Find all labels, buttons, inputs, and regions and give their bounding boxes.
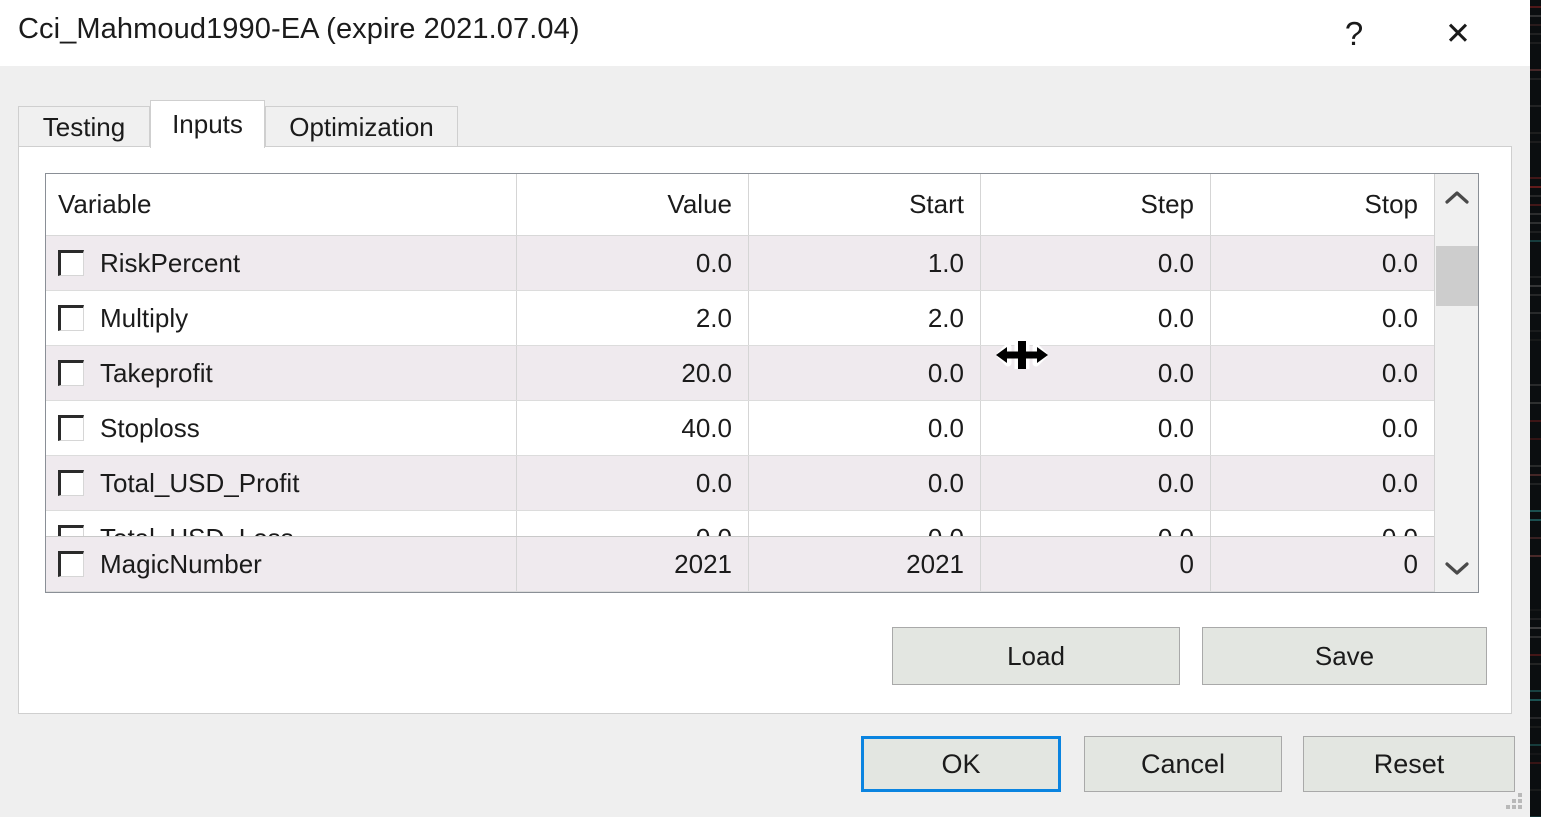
background-application-strip bbox=[1530, 0, 1541, 817]
row-checkbox[interactable] bbox=[58, 250, 84, 276]
grid-cell-stop[interactable]: 0.0 bbox=[1210, 291, 1434, 345]
cancel-button[interactable]: Cancel bbox=[1084, 736, 1282, 792]
table-row[interactable]: Takeprofit 20.0 0.0 0.0 0.0 bbox=[46, 346, 1434, 401]
grid-cell-step[interactable]: 0.0 bbox=[980, 346, 1210, 400]
variable-label: Total_USD_Profit bbox=[100, 468, 299, 499]
row-checkbox[interactable] bbox=[58, 551, 84, 577]
variable-label: RiskPercent bbox=[100, 248, 240, 279]
grid-cell-variable: Stoploss bbox=[46, 401, 516, 455]
tab-inputs[interactable]: Inputs bbox=[150, 100, 265, 148]
grid-cell-value[interactable]: 40.0 bbox=[516, 401, 748, 455]
reset-button[interactable]: Reset bbox=[1303, 736, 1515, 792]
grid-cell-value[interactable]: 20.0 bbox=[516, 346, 748, 400]
scroll-up-icon[interactable] bbox=[1435, 174, 1478, 222]
grid-cell-start[interactable]: 0.0 bbox=[748, 401, 980, 455]
grid-cell-start[interactable]: 0.0 bbox=[748, 346, 980, 400]
grid-rows-viewport: Variable Value Start Step Stop RiskPerce… bbox=[46, 174, 1434, 592]
tab-testing[interactable]: Testing bbox=[18, 106, 150, 147]
column-header-stop[interactable]: Stop bbox=[1210, 174, 1434, 235]
grid-cell-stop[interactable]: 0 bbox=[1210, 537, 1434, 591]
clipped-row-viewport: MagicNumber 2021 2021 0 0 bbox=[46, 536, 1434, 592]
inputs-tab-panel: Variable Value Start Step Stop RiskPerce… bbox=[18, 146, 1512, 714]
resize-grip-icon[interactable] bbox=[1500, 789, 1522, 811]
row-checkbox[interactable] bbox=[58, 415, 84, 441]
dialog-client-area: Testing Inputs Optimization Variable Val… bbox=[0, 66, 1530, 817]
grid-cell-start[interactable]: 0.0 bbox=[748, 456, 980, 510]
close-icon: ✕ bbox=[1445, 18, 1471, 49]
load-button[interactable]: Load bbox=[892, 627, 1180, 685]
column-header-start[interactable]: Start bbox=[748, 174, 980, 235]
grid-cell-step[interactable]: 0.0 bbox=[980, 236, 1210, 290]
question-mark-icon: ? bbox=[1345, 17, 1363, 50]
close-button[interactable]: ✕ bbox=[1414, 0, 1502, 66]
grid-cell-variable: Takeprofit bbox=[46, 346, 516, 400]
column-header-value[interactable]: Value bbox=[516, 174, 748, 235]
inputs-grid: Variable Value Start Step Stop RiskPerce… bbox=[45, 173, 1479, 593]
table-row[interactable]: Stoploss 40.0 0.0 0.0 0.0 bbox=[46, 401, 1434, 456]
grid-cell-variable: MagicNumber bbox=[46, 537, 516, 591]
grid-header-row: Variable Value Start Step Stop bbox=[46, 174, 1434, 236]
grid-cell-step[interactable]: 0.0 bbox=[980, 456, 1210, 510]
save-button[interactable]: Save bbox=[1202, 627, 1487, 685]
tab-optimization[interactable]: Optimization bbox=[265, 106, 458, 147]
variable-label: Stoploss bbox=[100, 413, 200, 444]
scroll-down-icon[interactable] bbox=[1435, 544, 1478, 592]
grid-cell-start[interactable]: 2.0 bbox=[748, 291, 980, 345]
grid-cell-start[interactable]: 2021 bbox=[748, 537, 980, 591]
grid-cell-variable: Multiply bbox=[46, 291, 516, 345]
tab-inputs-label: Inputs bbox=[172, 109, 243, 140]
grid-cell-stop[interactable]: 0.0 bbox=[1210, 346, 1434, 400]
help-button[interactable]: ? bbox=[1310, 0, 1398, 66]
tab-optimization-label: Optimization bbox=[289, 112, 434, 143]
grid-cell-start[interactable]: 1.0 bbox=[748, 236, 980, 290]
column-header-step[interactable]: Step bbox=[980, 174, 1210, 235]
grid-cell-variable: RiskPercent bbox=[46, 236, 516, 290]
tab-strip: Testing Inputs Optimization bbox=[18, 102, 1512, 147]
grid-cell-value[interactable]: 0.0 bbox=[516, 236, 748, 290]
grid-cell-stop[interactable]: 0.0 bbox=[1210, 456, 1434, 510]
grid-cell-value[interactable]: 2021 bbox=[516, 537, 748, 591]
row-checkbox[interactable] bbox=[58, 470, 84, 496]
grid-cell-step[interactable]: 0 bbox=[980, 537, 1210, 591]
title-bar: Cci_Mahmoud1990-EA (expire 2021.07.04) ?… bbox=[0, 0, 1530, 66]
grid-cell-value[interactable]: 0.0 bbox=[516, 456, 748, 510]
row-checkbox[interactable] bbox=[58, 360, 84, 386]
tab-testing-label: Testing bbox=[43, 112, 125, 143]
table-row[interactable]: MagicNumber 2021 2021 0 0 bbox=[46, 537, 1434, 592]
grid-vertical-scrollbar[interactable] bbox=[1434, 174, 1478, 592]
row-checkbox[interactable] bbox=[58, 305, 84, 331]
table-row[interactable]: RiskPercent 0.0 1.0 0.0 0.0 bbox=[46, 236, 1434, 291]
grid-cell-stop[interactable]: 0.0 bbox=[1210, 236, 1434, 290]
expert-properties-dialog: Cci_Mahmoud1990-EA (expire 2021.07.04) ?… bbox=[0, 0, 1530, 817]
table-row[interactable]: Total_USD_Profit 0.0 0.0 0.0 0.0 bbox=[46, 456, 1434, 511]
variable-label: Multiply bbox=[100, 303, 188, 334]
ok-button[interactable]: OK bbox=[861, 736, 1061, 792]
variable-label: MagicNumber bbox=[100, 549, 262, 580]
grid-cell-stop[interactable]: 0.0 bbox=[1210, 401, 1434, 455]
variable-label: Takeprofit bbox=[100, 358, 213, 389]
grid-cell-value[interactable]: 2.0 bbox=[516, 291, 748, 345]
grid-cell-step[interactable]: 0.0 bbox=[980, 291, 1210, 345]
scrollbar-thumb[interactable] bbox=[1436, 246, 1478, 306]
window-title: Cci_Mahmoud1990-EA (expire 2021.07.04) bbox=[18, 13, 580, 46]
column-header-variable[interactable]: Variable bbox=[46, 174, 516, 235]
grid-cell-variable: Total_USD_Profit bbox=[46, 456, 516, 510]
grid-cell-step[interactable]: 0.0 bbox=[980, 401, 1210, 455]
table-row[interactable]: Multiply 2.0 2.0 0.0 0.0 bbox=[46, 291, 1434, 346]
